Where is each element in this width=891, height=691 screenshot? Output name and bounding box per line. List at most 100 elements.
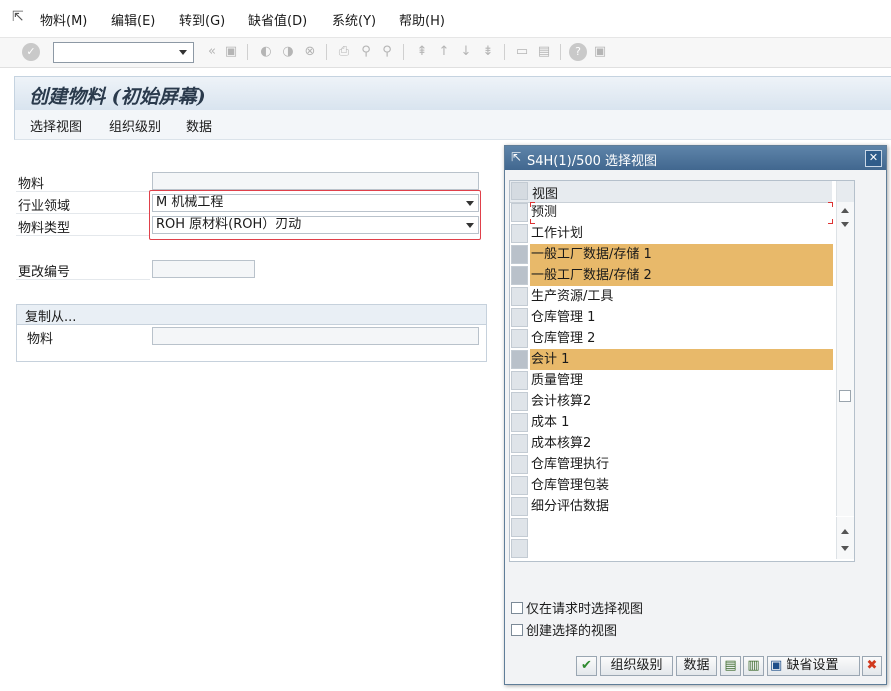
row-selector[interactable] <box>511 224 528 243</box>
scroll-thumb[interactable] <box>839 390 851 402</box>
menu-material[interactable]: 物料(M) <box>40 10 87 29</box>
select-all-icon[interactable]: ▤ <box>720 656 741 676</box>
select-all-cell[interactable] <box>511 182 528 200</box>
menu-help[interactable]: 帮助(H) <box>399 10 445 29</box>
toolbar-divider <box>403 44 404 60</box>
scroll-down-icon[interactable] <box>841 546 849 551</box>
table-row[interactable]: 成本核算2 <box>510 433 832 454</box>
cancel-icon[interactable]: ⊗ <box>301 43 319 61</box>
row-scrollbar[interactable] <box>836 517 854 559</box>
table-row[interactable]: 生产资源/工具 <box>510 286 832 307</box>
row-selector[interactable] <box>511 539 528 558</box>
change-number-input[interactable] <box>152 260 255 278</box>
table-row[interactable]: 仓库管理 2 <box>510 328 832 349</box>
row-selector[interactable] <box>511 203 528 222</box>
view-name-cell[interactable]: 一般工厂数据/存储 1 <box>530 244 833 265</box>
help-icon[interactable]: ? <box>569 43 587 61</box>
table-row[interactable]: 工作计划 <box>510 223 832 244</box>
dialog-titlebar[interactable]: ⇱ S4H(1)/500 选择视图 ✕ <box>505 146 886 170</box>
command-field[interactable] <box>53 42 194 63</box>
row-selector[interactable] <box>511 392 528 411</box>
row-selector[interactable] <box>511 413 528 432</box>
view-name-cell[interactable]: 细分评估数据 <box>530 496 833 517</box>
enter-check-icon[interactable]: ✓ <box>22 43 40 61</box>
org-levels-button[interactable]: 组织级别 <box>109 116 161 135</box>
table-row[interactable]: 会计核算2 <box>510 391 832 412</box>
menu-goto[interactable]: 转到(G) <box>179 10 225 29</box>
confirm-button[interactable]: ✔ <box>576 656 597 676</box>
save-icon[interactable]: ▣ <box>222 43 240 61</box>
view-name-cell[interactable]: 会计核算2 <box>530 391 833 412</box>
scroll-up-icon[interactable] <box>841 529 849 534</box>
first-page-icon[interactable]: ⇞ <box>413 43 431 61</box>
scroll-down-icon[interactable] <box>841 222 849 227</box>
menu-defaults[interactable]: 缺省值(D) <box>248 10 307 29</box>
table-row[interactable]: 仓库管理 1 <box>510 307 832 328</box>
table-row[interactable]: 一般工厂数据/存储 2 <box>510 265 833 286</box>
last-page-icon[interactable]: ⇟ <box>479 43 497 61</box>
vertical-scrollbar[interactable] <box>836 202 854 516</box>
data-dialog-button[interactable]: 数据 <box>676 656 717 676</box>
find-icon[interactable]: ⚲ <box>357 43 375 61</box>
view-name-cell[interactable]: 生产资源/工具 <box>530 286 833 307</box>
close-icon[interactable]: ✕ <box>865 150 882 167</box>
org-levels-dialog-button[interactable]: 组织级别 <box>600 656 673 676</box>
view-name-cell[interactable]: 成本 1 <box>530 412 833 433</box>
row-selector[interactable] <box>511 518 528 537</box>
command-dropdown-icon[interactable] <box>179 50 187 55</box>
view-name-cell[interactable]: 质量管理 <box>530 370 833 391</box>
exit-icon[interactable]: ◑ <box>279 43 297 61</box>
view-name-cell[interactable]: 工作计划 <box>530 223 833 244</box>
row-selector[interactable] <box>511 308 528 327</box>
row-selector[interactable] <box>511 455 528 474</box>
table-row[interactable]: 质量管理 <box>510 370 832 391</box>
menu-edit[interactable]: 编辑(E) <box>111 10 155 29</box>
shortcut-icon[interactable]: ▤ <box>535 43 553 61</box>
table-row[interactable]: 细分评估数据 <box>510 496 832 517</box>
data-button[interactable]: 数据 <box>186 116 212 135</box>
back-arrows-icon[interactable]: « <box>203 43 221 61</box>
row-selector[interactable] <box>511 371 528 390</box>
print-icon[interactable]: ⎙ <box>335 43 353 61</box>
next-page-icon[interactable]: ↓ <box>457 43 475 61</box>
previous-page-icon[interactable]: ↑ <box>435 43 453 61</box>
table-row[interactable]: 预测 <box>510 202 832 223</box>
select-views-button[interactable]: 选择视图 <box>30 116 82 135</box>
default-settings-button[interactable]: ▣ 缺省设置 <box>767 656 860 676</box>
row-selector[interactable] <box>511 245 528 264</box>
copy-material-input[interactable] <box>152 327 479 345</box>
row-selector[interactable] <box>511 434 528 453</box>
cancel-button[interactable]: ✖ <box>862 656 882 676</box>
menu-exit-icon[interactable]: ⇱ <box>12 9 24 25</box>
view-name-cell[interactable]: 一般工厂数据/存储 2 <box>530 265 833 286</box>
row-selector[interactable] <box>511 329 528 348</box>
row-selector[interactable] <box>511 266 528 285</box>
row-selector[interactable] <box>511 350 528 369</box>
back-icon[interactable]: ◐ <box>257 43 275 61</box>
view-name-cell[interactable]: 预测 <box>530 202 833 223</box>
table-row[interactable]: 仓库管理包装 <box>510 475 832 496</box>
table-row[interactable]: 成本 1 <box>510 412 832 433</box>
material-input[interactable] <box>152 172 479 190</box>
new-session-icon[interactable]: ▭ <box>513 43 531 61</box>
only-on-request-checkbox[interactable] <box>511 602 523 614</box>
row-selector[interactable] <box>511 497 528 516</box>
find-next-icon[interactable]: ⚲ <box>378 43 396 61</box>
view-name-cell[interactable]: 仓库管理包装 <box>530 475 833 496</box>
table-row[interactable]: 会计 1 <box>510 349 833 370</box>
view-name-cell[interactable]: 成本核算2 <box>530 433 833 454</box>
deselect-all-icon[interactable]: ▥ <box>743 656 764 676</box>
view-name-cell[interactable]: 仓库管理执行 <box>530 454 833 475</box>
menu-system[interactable]: 系统(Y) <box>332 10 376 29</box>
create-selected-checkbox[interactable] <box>511 624 523 636</box>
layout-menu-icon[interactable]: ▣ <box>591 43 609 61</box>
row-selector[interactable] <box>511 476 528 495</box>
view-name-cell[interactable]: 会计 1 <box>530 349 833 370</box>
view-name-cell[interactable]: 仓库管理 1 <box>530 307 833 328</box>
dialog-menu-icon[interactable]: ⇱ <box>511 150 521 164</box>
table-row[interactable]: 仓库管理执行 <box>510 454 832 475</box>
table-row[interactable]: 一般工厂数据/存储 1 <box>510 244 833 265</box>
row-selector[interactable] <box>511 287 528 306</box>
view-name-cell[interactable]: 仓库管理 2 <box>530 328 833 349</box>
scroll-up-icon[interactable] <box>841 208 849 213</box>
